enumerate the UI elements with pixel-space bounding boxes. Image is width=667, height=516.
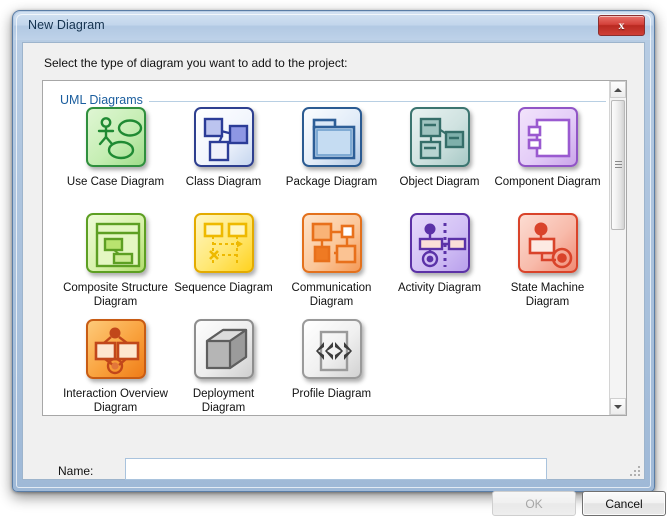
new-diagram-dialog: New Diagram x Select the type of diagram… (12, 10, 666, 516)
diagram-type-label: Communication Diagram (291, 282, 372, 308)
diagram-type-label: Profile Diagram (291, 388, 372, 400)
diagram-icon-wrap (300, 319, 364, 383)
component-diagram-icon[interactable] (517, 107, 578, 167)
diagram-type-item[interactable]: Profile Diagram (278, 319, 385, 402)
object-diagram-icon[interactable] (409, 107, 470, 167)
diagram-type-item[interactable]: Interaction Overview Diagram (62, 319, 169, 415)
activity-diagram-icon[interactable] (409, 213, 470, 273)
ok-button[interactable]: OK (492, 491, 576, 516)
diagram-icon-wrap (516, 213, 580, 277)
chevron-up-icon (614, 87, 622, 92)
diagram-icon-wrap (408, 213, 472, 277)
diagram-type-label: Package Diagram (285, 176, 378, 188)
diagram-icon-wrap (300, 213, 364, 277)
title-bar: New Diagram x (14, 12, 653, 40)
diagram-type-label: Use Case Diagram (66, 176, 165, 188)
diagram-type-label: Deployment Diagram (192, 388, 255, 414)
scrollbar-grip-icon (615, 161, 622, 169)
diagram-icon-wrap (84, 213, 148, 277)
diagram-type-item[interactable]: Use Case Diagram (62, 107, 169, 190)
diagram-type-label: State Machine Diagram (510, 282, 585, 308)
interaction-overview-diagram-icon[interactable] (85, 319, 146, 379)
composite-structure-diagram-icon[interactable] (85, 213, 146, 273)
diagram-type-label: Sequence Diagram (174, 282, 273, 294)
group-legend-label: UML Diagrams (60, 93, 149, 107)
diagram-grid-scrollbar[interactable] (609, 81, 626, 415)
cancel-button[interactable]: Cancel (582, 491, 666, 516)
use-case-diagram-icon[interactable] (85, 107, 146, 167)
chevron-down-icon (614, 404, 622, 409)
diagram-type-label: Composite Structure Diagram (63, 282, 168, 308)
diagram-type-label: Interaction Overview Diagram (63, 388, 168, 414)
diagram-icon-wrap (84, 319, 148, 383)
state-machine-diagram-icon[interactable] (517, 213, 578, 273)
diagram-type-item[interactable]: Object Diagram (386, 107, 493, 190)
window-title: New Diagram (28, 18, 105, 32)
communication-diagram-icon[interactable] (301, 213, 362, 273)
diagram-type-grid: Use Case Diagram Class Diagram Package D… (43, 107, 626, 415)
diagram-type-item[interactable]: Deployment Diagram (170, 319, 277, 415)
diagram-icon-wrap (300, 107, 364, 171)
close-icon: x (618, 18, 625, 32)
package-diagram-icon[interactable] (301, 107, 362, 167)
deployment-diagram-icon[interactable] (193, 319, 254, 379)
uml-diagrams-group: UML Diagrams Use Case Diagram Class Diag… (42, 80, 627, 416)
scrollbar-up-button[interactable] (610, 81, 626, 98)
diagram-type-item[interactable]: Communication Diagram (278, 213, 385, 309)
diagram-icon-wrap (192, 107, 256, 171)
close-button[interactable]: x (598, 15, 645, 36)
diagram-type-item[interactable]: Package Diagram (278, 107, 385, 190)
resize-grip-icon[interactable] (628, 464, 640, 476)
name-input[interactable] (125, 458, 547, 480)
diagram-type-label: Activity Diagram (397, 282, 482, 294)
diagram-icon-wrap (408, 107, 472, 171)
diagram-icon-wrap (84, 107, 148, 171)
scrollbar-thumb[interactable] (611, 100, 625, 230)
class-diagram-icon[interactable] (193, 107, 254, 167)
diagram-icon-wrap (192, 319, 256, 383)
diagram-type-item[interactable]: Activity Diagram (386, 213, 493, 296)
diagram-type-item[interactable]: Sequence Diagram (170, 213, 277, 296)
profile-diagram-icon[interactable] (301, 319, 362, 379)
diagram-type-label: Component Diagram (494, 176, 601, 188)
instruction-label: Select the type of diagram you want to a… (44, 56, 348, 70)
diagram-type-item[interactable]: Class Diagram (170, 107, 277, 190)
diagram-type-label: Class Diagram (185, 176, 262, 188)
scrollbar-down-button[interactable] (610, 398, 626, 415)
diagram-icon-wrap (192, 213, 256, 277)
diagram-type-item[interactable]: Component Diagram (494, 107, 601, 190)
dialog-client-area: Select the type of diagram you want to a… (22, 42, 666, 516)
sequence-diagram-icon[interactable] (193, 213, 254, 273)
diagram-type-item[interactable]: Composite Structure Diagram (62, 213, 169, 309)
name-label: Name: (58, 464, 94, 478)
group-legend-rule (149, 101, 606, 102)
group-legend: UML Diagrams (43, 93, 626, 107)
diagram-type-item[interactable]: State Machine Diagram (494, 213, 601, 309)
diagram-icon-wrap (516, 107, 580, 171)
diagram-type-label: Object Diagram (399, 176, 480, 188)
